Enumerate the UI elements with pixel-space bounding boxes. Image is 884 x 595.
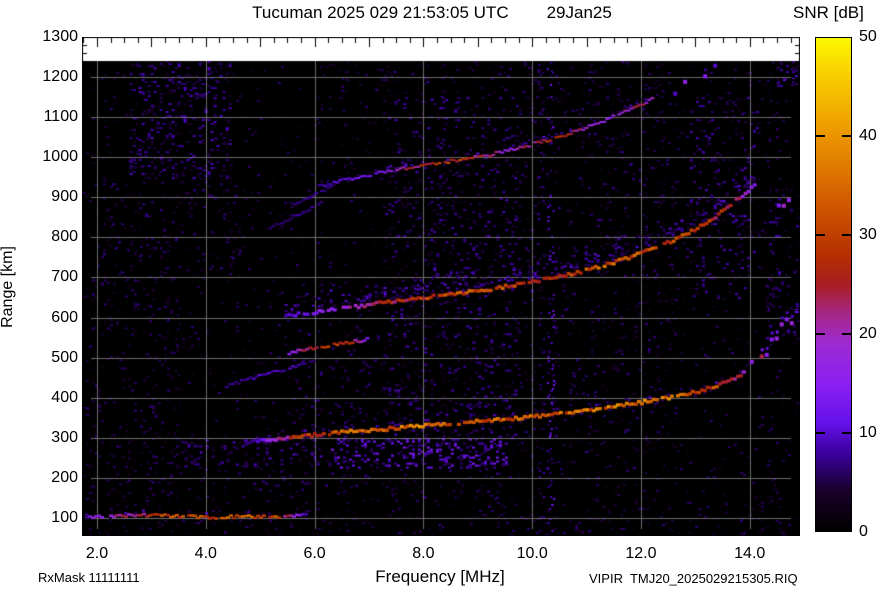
colorbar-tick (842, 333, 851, 335)
colorbar-tick-label: 30 (859, 226, 877, 243)
y-tick-label: 300 (51, 428, 78, 446)
x-tick-label: 14.0 (734, 545, 766, 562)
y-tick-label: 200 (51, 468, 78, 486)
y-tick-label: 1100 (43, 108, 78, 126)
x-tick-label: 12.0 (625, 545, 657, 562)
colorbar (815, 37, 852, 532)
colorbar-tick (816, 234, 825, 236)
y-tick-label: 800 (51, 228, 78, 246)
plot-title-date: 29Jan25 (546, 3, 612, 22)
ionogram-page: Tucuman 2025 029 21:53:05 UTC 29Jan25 SN… (0, 0, 884, 595)
y-tick-label: 900 (51, 188, 78, 206)
y-tick-label: 700 (51, 268, 78, 286)
file-name-label: VIPIR TMJ20_2025029215305.RIQ (589, 571, 798, 586)
y-tick-label: 1300 (42, 28, 78, 45)
plot-title: Tucuman 2025 029 21:53:05 UTC 29Jan25 (82, 3, 782, 23)
colorbar-tick (816, 333, 825, 335)
y-tick-label: 500 (51, 348, 78, 366)
colorbar-tick (816, 135, 825, 137)
colorbar-tick (842, 234, 851, 236)
colorbar-tick (842, 432, 851, 434)
colorbar-tick (842, 135, 851, 137)
y-tick-label: 1200 (42, 68, 78, 86)
y-axis-label: Range [km] (0, 246, 16, 328)
x-tick-label: 10.0 (516, 545, 548, 562)
x-tick-label: 2.0 (85, 545, 109, 562)
colorbar-tick-label: 40 (859, 127, 877, 144)
y-tick-label: 1000 (42, 148, 78, 166)
colorbar-title: SNR [dB] (793, 3, 864, 22)
x-axis-label: Frequency [MHz] (375, 567, 505, 586)
colorbar-tick-label: 50 (859, 28, 877, 45)
x-tick-label: 6.0 (303, 545, 326, 562)
y-tick-label: 100 (51, 508, 78, 526)
x-tick-label: 8.0 (412, 545, 435, 562)
rxmask-label: RxMask 11111111 (38, 570, 140, 585)
plot-title-station-time: Tucuman 2025 029 21:53:05 UTC (252, 3, 509, 22)
colorbar-tick-label: 0 (859, 523, 868, 540)
y-tick-label: 600 (51, 308, 78, 326)
ionogram-canvas (82, 37, 800, 536)
x-tick-label: 4.0 (194, 545, 217, 562)
y-tick-label: 400 (51, 388, 78, 406)
colorbar-tick-label: 20 (859, 325, 877, 342)
colorbar-tick-label: 10 (859, 424, 877, 441)
colorbar-tick (816, 432, 825, 434)
